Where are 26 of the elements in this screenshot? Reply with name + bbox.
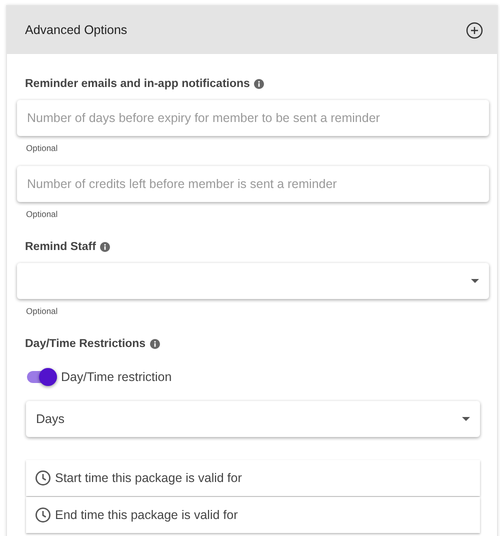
time-field[interactable]: Start time this package is valid for	[26, 460, 480, 496]
toggle-switch[interactable]	[27, 371, 57, 383]
caret-icon	[462, 417, 470, 421]
input-field[interactable]: Number of credits left before member is sent a reminder	[17, 166, 489, 202]
input-field[interactable]: Number of days before expiry for member to be sent a reminder	[17, 100, 489, 136]
time-field[interactable]: End time this package is valid for	[26, 497, 480, 533]
caret-icon	[471, 279, 479, 283]
section-label: Day/Time Restrictions	[25, 338, 146, 350]
info-icon[interactable]	[150, 339, 160, 349]
time-placeholder: End time this package is valid for	[55, 508, 238, 522]
clock-icon	[35, 507, 51, 523]
toggle-label: Day/Time restriction	[61, 370, 172, 384]
section-label: Reminder emails and in-app notifications	[25, 78, 250, 90]
time-placeholder: Start time this package is valid for	[55, 471, 242, 485]
info-icon[interactable]	[100, 242, 110, 252]
expand-button[interactable]	[466, 22, 483, 38]
select-field[interactable]: Days	[26, 401, 480, 437]
clock-icon	[35, 470, 51, 486]
select-field[interactable]	[17, 263, 489, 299]
panel-header[interactable]: Advanced Options	[7, 6, 497, 54]
helper-text: Optional	[26, 306, 59, 316]
info-icon[interactable]	[254, 79, 264, 89]
panel-title: Advanced Options	[25, 23, 128, 37]
helper-text: Optional	[26, 209, 59, 219]
helper-text: Optional	[26, 143, 59, 153]
section-label: Remind Staff	[25, 241, 96, 253]
